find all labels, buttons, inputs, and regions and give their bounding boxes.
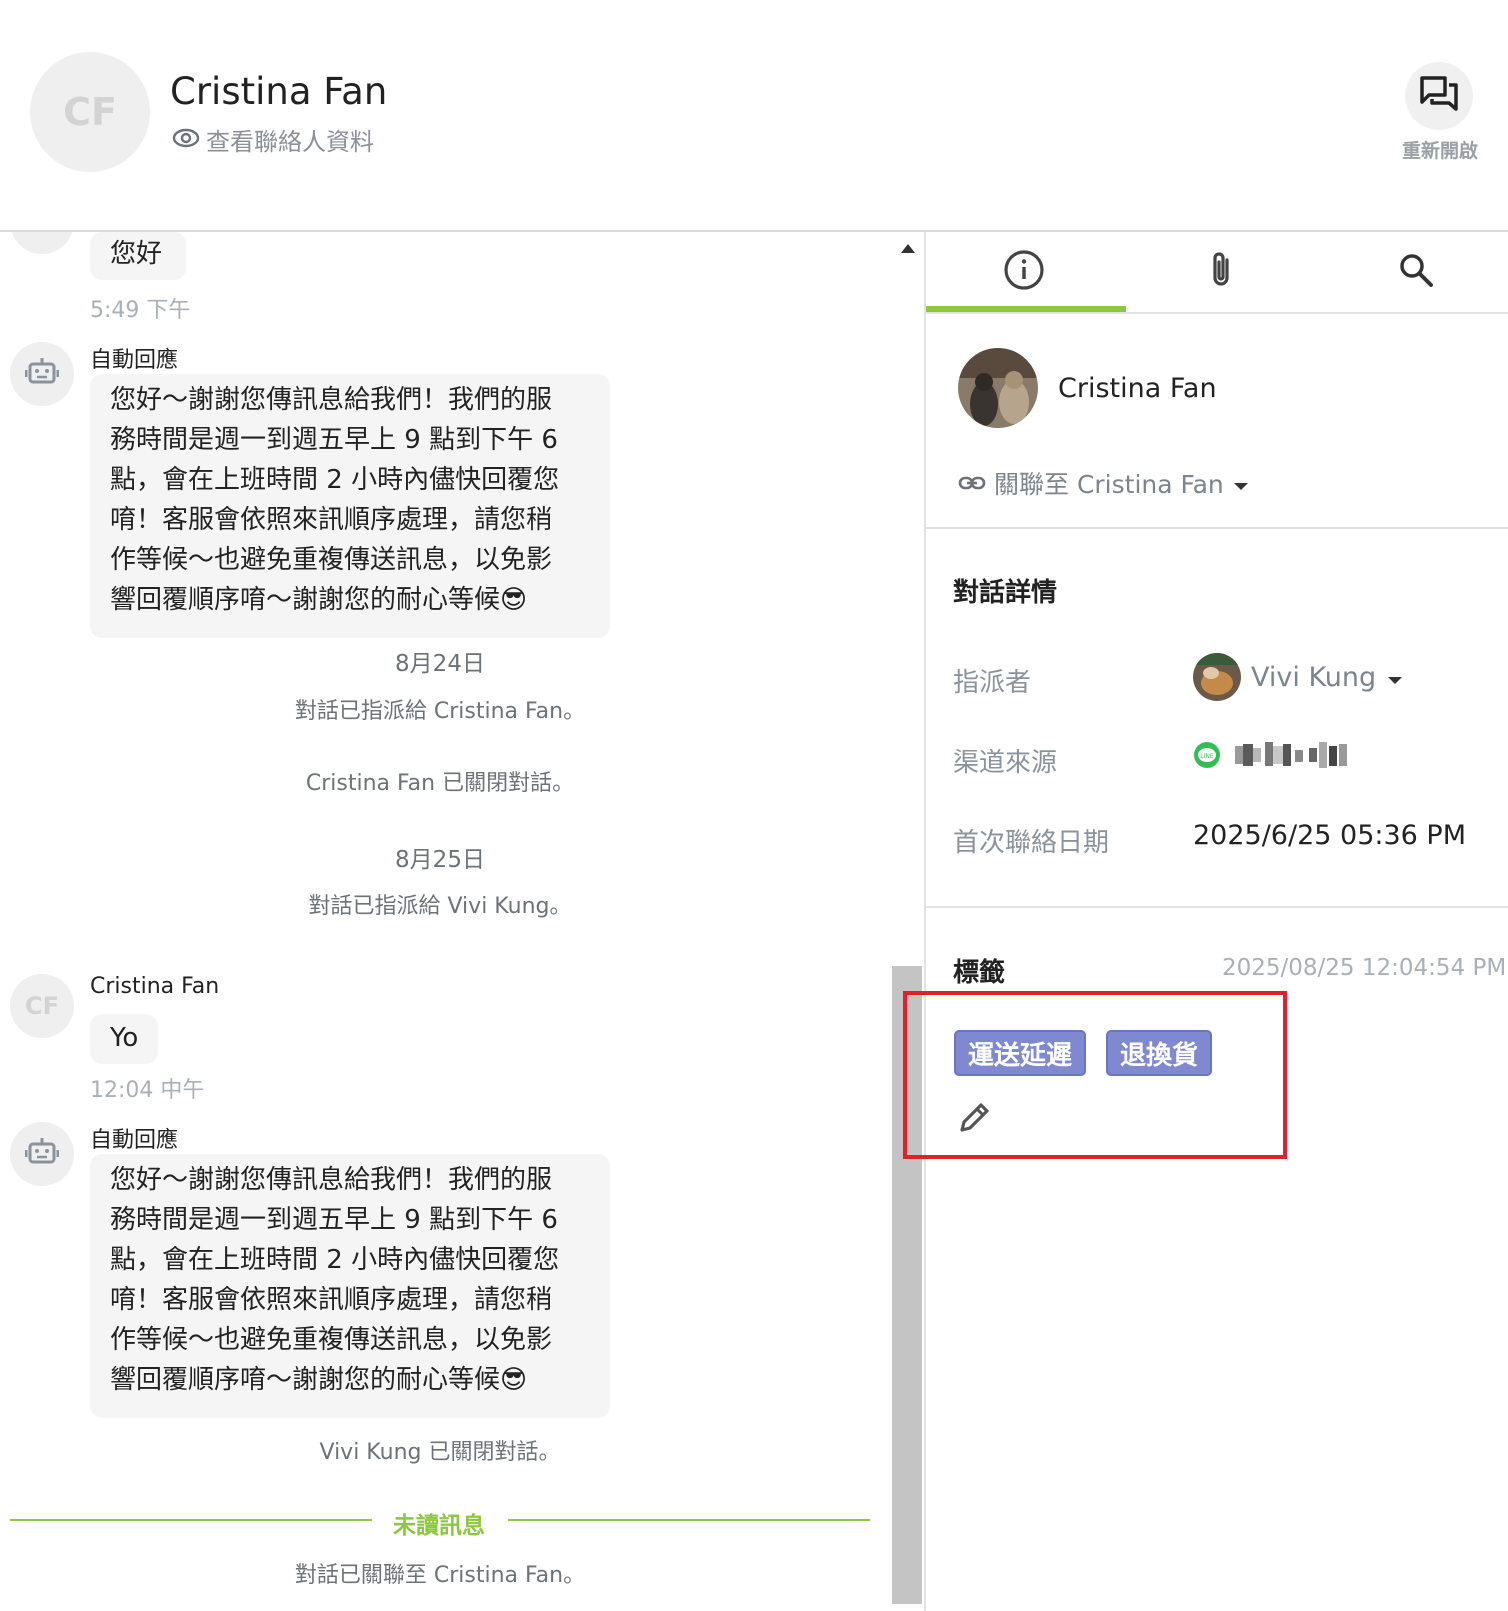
section-divider <box>926 906 1508 908</box>
message-line: 作等候～也避免重複傳送訊息，以免影 <box>110 1325 553 1355</box>
assignee-dropdown[interactable]: Vivi Kung <box>1193 653 1404 701</box>
message-line: 點，會在上班時間 2 小時內儘快回覆您 <box>110 1245 560 1275</box>
chat-history: CF 您好 5:49 下午 自動回應 您好～謝謝您傳訊息給我們！我們的服 務時間… <box>0 232 890 1611</box>
contact-name: Cristina Fan <box>170 70 388 113</box>
message-line: 作等候～也避免重複傳送訊息，以免影 <box>110 545 553 575</box>
assignee-label: 指派者 <box>953 668 1032 698</box>
tab-attachments[interactable] <box>1123 232 1318 312</box>
contact-avatar-small: CF <box>10 232 74 254</box>
robot-icon <box>24 357 60 391</box>
contact-avatar: CF <box>30 52 150 172</box>
tab-search[interactable] <box>1318 232 1508 312</box>
message-line: 響回覆順序唷～謝謝您的耐心等候😎 <box>110 585 528 615</box>
section-divider <box>926 527 1508 529</box>
system-message: 對話已指派給 Vivi Kung。 <box>308 894 572 919</box>
message-line: 務時間是週一到週五早上 9 點到下午 6 <box>110 425 558 455</box>
tab-baseline <box>926 312 1508 314</box>
message-line: 您好～謝謝您傳訊息給我們！我們的服 <box>110 385 553 415</box>
emoji: 😎 <box>500 1365 528 1395</box>
first-contact-date: 2025/6/25 05:36 PM <box>1193 820 1466 851</box>
annotation-highlight-box <box>903 991 1287 1159</box>
unread-divider-left <box>10 1519 372 1521</box>
view-contact-link[interactable]: 查看聯絡人資料 <box>172 122 374 157</box>
active-tab-indicator <box>926 306 1126 312</box>
conversation-details-title: 對話詳情 <box>953 578 1058 608</box>
conversation-header <box>0 0 1508 232</box>
message-line: 務時間是週一到週五早上 9 點到下午 6 <box>110 1205 558 1235</box>
system-message: Cristina Fan 已關閉對話。 <box>305 771 575 796</box>
message-bubble: 您好～謝謝您傳訊息給我們！我們的服 務時間是週一到週五早上 9 點到下午 6 點… <box>90 374 610 638</box>
bot-avatar <box>10 1122 74 1186</box>
message-line: 您好～謝謝您傳訊息給我們！我們的服 <box>110 1165 553 1195</box>
profile-avatar <box>958 348 1038 428</box>
system-message: 對話已關聯至 Cristina Fan。 <box>294 1563 586 1588</box>
assignee-name: Vivi Kung <box>1251 661 1377 693</box>
tags-title: 標籤 <box>953 958 1006 988</box>
info-icon <box>1003 249 1045 295</box>
link-icon <box>958 469 986 498</box>
eye-icon <box>172 126 200 154</box>
date-separator: 8月24日 <box>395 651 485 677</box>
channel-label: 渠道來源 <box>953 748 1058 778</box>
message-sender: 自動回應 <box>90 348 179 373</box>
message-time: 5:49 下午 <box>90 298 191 323</box>
unread-divider-right <box>508 1519 870 1521</box>
unread-divider-label: 未讀訊息 <box>393 1513 485 1539</box>
contact-avatar-small: CF <box>10 974 74 1038</box>
system-message: Vivi Kung 已關閉對話。 <box>319 1440 561 1465</box>
channel-source: LINE <box>1193 740 1351 774</box>
view-contact-label: 查看聯絡人資料 <box>206 128 374 156</box>
date-separator: 8月25日 <box>395 847 485 873</box>
assignee-avatar <box>1193 653 1241 701</box>
tab-info[interactable] <box>926 232 1121 312</box>
chevron-down-icon <box>1232 469 1250 498</box>
channel-name-redacted <box>1235 740 1351 774</box>
message-bubble: 您好～謝謝您傳訊息給我們！我們的服 務時間是週一到週五早上 9 點到下午 6 點… <box>90 1154 610 1418</box>
chevron-down-icon <box>1386 662 1404 693</box>
reopen-label[interactable]: 重新開啟 <box>1380 136 1500 163</box>
message-time: 12:04 中午 <box>90 1078 205 1103</box>
message-sender: Cristina Fan <box>90 974 220 999</box>
first-contact-label: 首次聯絡日期 <box>953 828 1110 858</box>
details-panel <box>924 232 1508 1611</box>
message-line: 唷！客服會依照來訊順序處理，請您稍 <box>110 1285 553 1315</box>
chat-bubbles-icon <box>1419 75 1459 117</box>
tags-updated-time: 2025/08/25 12:04:54 PM <box>1222 955 1507 981</box>
message-line: 唷！客服會依照來訊順序處理，請您稍 <box>110 505 553 535</box>
reopen-button[interactable] <box>1405 62 1473 130</box>
search-icon <box>1398 252 1434 292</box>
system-message: 對話已指派給 Cristina Fan。 <box>294 699 586 724</box>
message-sender: 自動回應 <box>90 1128 179 1153</box>
svg-text:LINE: LINE <box>1200 753 1214 760</box>
scroll-up-arrow[interactable] <box>898 240 918 256</box>
robot-icon <box>24 1137 60 1171</box>
message-bubble: 您好 <box>90 232 186 280</box>
paperclip-icon <box>1207 250 1235 294</box>
link-contact-label: 關聯至 Cristina Fan <box>994 470 1224 499</box>
message-line: 響回覆順序唷～謝謝您的耐心等候😎 <box>110 1365 528 1395</box>
message-line: 點，會在上班時間 2 小時內儘快回覆您 <box>110 465 560 495</box>
message-bubble: Yo <box>90 1014 158 1064</box>
profile-name: Cristina Fan <box>1058 373 1217 404</box>
bot-avatar <box>10 342 74 406</box>
emoji: 😎 <box>500 585 528 615</box>
line-icon: LINE <box>1193 741 1221 773</box>
link-contact-dropdown[interactable]: 關聯至 Cristina Fan <box>958 465 1250 501</box>
